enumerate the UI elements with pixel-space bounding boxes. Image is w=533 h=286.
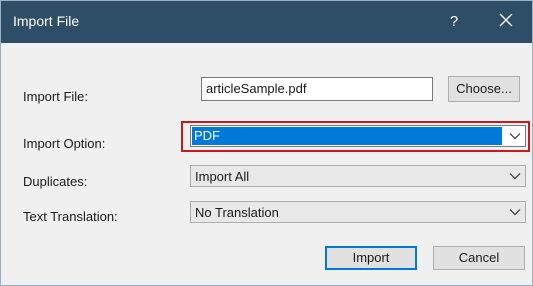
- help-button[interactable]: ?: [439, 7, 469, 37]
- duplicates-select[interactable]: Import All: [190, 165, 526, 187]
- text-translation-value: No Translation: [195, 205, 279, 220]
- chevron-down-icon: [509, 133, 521, 140]
- import-file-dialog: Import File ? Import File: articleSample…: [0, 0, 533, 286]
- import-file-field[interactable]: articleSample.pdf: [201, 77, 433, 101]
- text-translation-label: Text Translation:: [23, 209, 118, 224]
- import-option-value: PDF: [192, 127, 502, 145]
- chevron-down-icon: [509, 173, 521, 180]
- text-translation-select[interactable]: No Translation: [190, 201, 526, 223]
- choose-button[interactable]: Choose...: [448, 76, 520, 102]
- title-bar: Import File ?: [1, 1, 532, 43]
- dialog-body: Import File: articleSample.pdf Choose...…: [1, 43, 532, 285]
- import-button[interactable]: Import: [325, 246, 417, 270]
- close-button[interactable]: [487, 7, 525, 37]
- dialog-title: Import File: [13, 13, 80, 29]
- import-option-label: Import Option:: [23, 136, 106, 151]
- close-icon: [499, 13, 513, 27]
- duplicates-value: Import All: [195, 169, 250, 184]
- import-option-select[interactable]: PDF: [190, 125, 526, 147]
- import-file-label: Import File:: [23, 89, 89, 104]
- cancel-button[interactable]: Cancel: [433, 246, 525, 270]
- chevron-down-icon: [509, 209, 521, 216]
- duplicates-label: Duplicates:: [23, 174, 88, 189]
